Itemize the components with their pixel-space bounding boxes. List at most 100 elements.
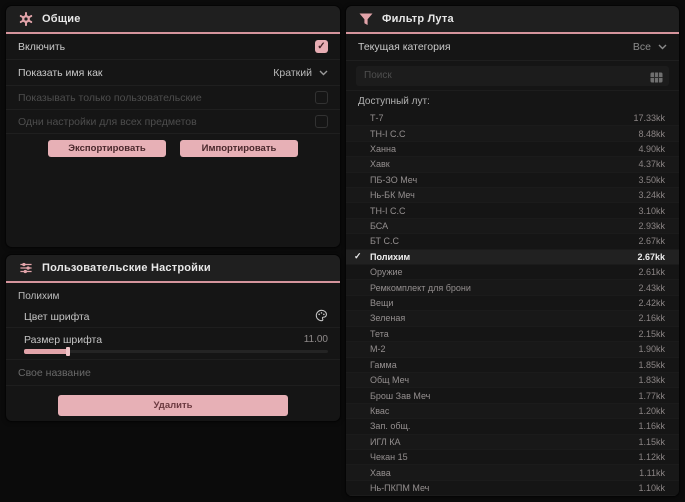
enable-checkbox[interactable]: ✓ (315, 40, 328, 53)
loot-item-value: 1.10kk (638, 482, 665, 493)
loot-item-name: Хавк (370, 159, 390, 170)
loot-item-value: 1.12kk (638, 452, 665, 463)
general-panel-header: Общие (6, 6, 340, 34)
font-size-label: Размер шрифта (24, 333, 103, 346)
loot-item-name: Вещи (370, 298, 394, 309)
loot-item-value: 1.16kk (638, 421, 665, 432)
loot-item-value: 3.50kk (638, 174, 665, 185)
loot-list-item[interactable]: ✓ БТ С.С 2.67kk (346, 234, 679, 250)
custom-only-checkbox[interactable] (315, 91, 328, 104)
loot-list-item[interactable]: ✓ Зеленая 2.16kk (346, 311, 679, 327)
font-size-value: 11.00 (303, 334, 328, 345)
shared-settings-checkbox[interactable] (315, 115, 328, 128)
loot-list-item[interactable]: ✓ Ханна 4.90kk (346, 141, 679, 158)
loot-item-name: Нь-БК Меч (370, 190, 415, 201)
category-label: Текущая категория (358, 41, 451, 53)
loot-item-value: 3.10kk (638, 205, 665, 216)
gear-icon (19, 12, 33, 26)
general-panel: Общие Включить ✓ Показать имя как Кратки… (6, 6, 340, 247)
loot-list-item[interactable]: ✓ Т-7 17.33kk (346, 111, 679, 127)
loot-item-value: 4.37kk (638, 159, 665, 170)
loot-list-item[interactable]: ✓ Хавк 4.37kk (346, 157, 679, 173)
loot-list-item[interactable]: ✓ Общ Меч 1.83kk (346, 372, 679, 389)
loot-item-value: 1.90kk (638, 344, 665, 355)
loot-list-item[interactable]: ✓ Оружие 2.61kk (346, 265, 679, 281)
loot-list-item[interactable]: ✓ Нь-БК Меч 3.24kk (346, 188, 679, 204)
loot-item-name: Гамма (370, 359, 397, 370)
loot-item-name: Зап. общ. (370, 421, 411, 432)
font-size-row: Размер шрифта 11.00 (6, 328, 340, 360)
search-input[interactable] (356, 70, 669, 81)
check-icon: ✓ (354, 251, 362, 262)
palette-icon[interactable] (315, 309, 328, 325)
name-display-select[interactable]: Краткий (273, 67, 328, 79)
selected-item-name: Полихим (18, 291, 60, 302)
export-import-buttons: Экспортировать Импортировать (6, 140, 340, 157)
loot-item-name: Тета (370, 328, 389, 339)
loot-item-name: Квас (370, 405, 390, 416)
loot-list-item[interactable]: ✓ Чекан 15 1.12kk (346, 449, 679, 466)
slider-thumb[interactable] (66, 346, 70, 356)
import-button[interactable]: Импортировать (180, 140, 298, 157)
loot-list-item[interactable]: ✓ Брош Зав Меч 1.77kk (346, 388, 679, 404)
loot-list-item[interactable]: ✓ Тета 2.15kk (346, 326, 679, 343)
loot-item-value: 2.43kk (638, 282, 665, 293)
loot-item-value: 3.24kk (638, 190, 665, 201)
available-loot-label: Доступный лут: (358, 95, 430, 107)
loot-item-value: 2.67kk (637, 251, 665, 262)
loot-list-item[interactable]: ✓ БСА 2.93kk (346, 218, 679, 235)
loot-item-value: 2.15kk (638, 328, 665, 339)
search-box (356, 65, 669, 88)
loot-item-value: 1.20kk (638, 405, 665, 416)
loot-item-value: 4.90kk (638, 144, 665, 155)
delete-button-wrap: Удалить (6, 395, 340, 416)
loot-item-value: 2.93kk (638, 221, 665, 232)
custom-only-row: Показывать только пользовательские (6, 86, 340, 110)
loot-item-name: Хава (370, 467, 391, 478)
sliders-icon (19, 261, 33, 275)
loot-item-name: Зеленая (370, 313, 406, 324)
shared-settings-label: Одни настройки для всех предметов (18, 115, 197, 128)
loot-item-name: ИГЛ КА (370, 436, 401, 447)
category-select[interactable]: Все (633, 41, 667, 53)
loot-filter-panel: Фильтр Лута Текущая категория Все Доступ… (346, 6, 679, 496)
loot-item-value: 1.77kk (638, 390, 665, 401)
export-button[interactable]: Экспортировать (48, 140, 166, 157)
loot-item-name: БСА (370, 221, 389, 232)
font-size-slider[interactable] (24, 346, 328, 356)
loot-list-item[interactable]: ✓ Нь-ПКПМ Меч 1.10kk (346, 480, 679, 496)
loot-list-item[interactable]: ✓ Вещи 2.42kk (346, 295, 679, 312)
loot-item-value: 2.16kk (638, 313, 665, 324)
font-color-label: Цвет шрифта (24, 310, 90, 323)
delete-button[interactable]: Удалить (58, 395, 288, 416)
enable-label: Включить (18, 40, 66, 53)
category-row: Текущая категория Все (346, 34, 679, 61)
grid-icon[interactable] (650, 70, 663, 88)
loot-list-item[interactable]: ✓ Зап. общ. 1.16kk (346, 419, 679, 435)
slider-fill (24, 348, 68, 354)
loot-item-name: Полихим (370, 251, 411, 262)
loot-item-name: Общ Меч (370, 375, 410, 386)
loot-item-name: Ханна (370, 144, 396, 155)
loot-item-value: 1.11kk (639, 467, 665, 478)
loot-list-item[interactable]: ✓ ИГЛ КА 1.15kk (346, 434, 679, 450)
loot-list-item[interactable]: ✓ Полихим 2.67kk (346, 249, 679, 266)
loot-list-item[interactable]: ✓ Хава 1.11kk (346, 465, 679, 481)
custom-settings-header: Пользовательские Настройки (6, 255, 340, 283)
loot-list-item[interactable]: ✓ Гамма 1.85kk (346, 357, 679, 373)
loot-list-item[interactable]: ✓ Ремкомплект для брони 2.43kk (346, 280, 679, 296)
name-display-row: Показать имя как Краткий (6, 60, 340, 86)
loot-list-item[interactable]: ✓ Квас 1.20kk (346, 403, 679, 420)
custom-only-label: Показывать только пользовательские (18, 91, 202, 104)
loot-filter-title: Фильтр Лута (382, 13, 454, 25)
loot-list-item[interactable]: ✓ ТН-I С.С 8.48kk (346, 126, 679, 142)
name-display-value: Краткий (273, 66, 312, 79)
loot-list-item[interactable]: ✓ М-2 1.90kk (346, 342, 679, 358)
custom-settings-title: Пользовательские Настройки (42, 262, 211, 274)
custom-name-input[interactable] (6, 360, 340, 386)
loot-list-item[interactable]: ✓ ПБ-ЗО Меч 3.50kk (346, 172, 679, 189)
loot-item-name: ПБ-ЗО Меч (370, 174, 418, 185)
loot-item-name: Т-7 (370, 113, 384, 124)
loot-filter-header: Фильтр Лута (346, 6, 679, 34)
loot-list-item[interactable]: ✓ ТН-I С.С 3.10kk (346, 203, 679, 219)
